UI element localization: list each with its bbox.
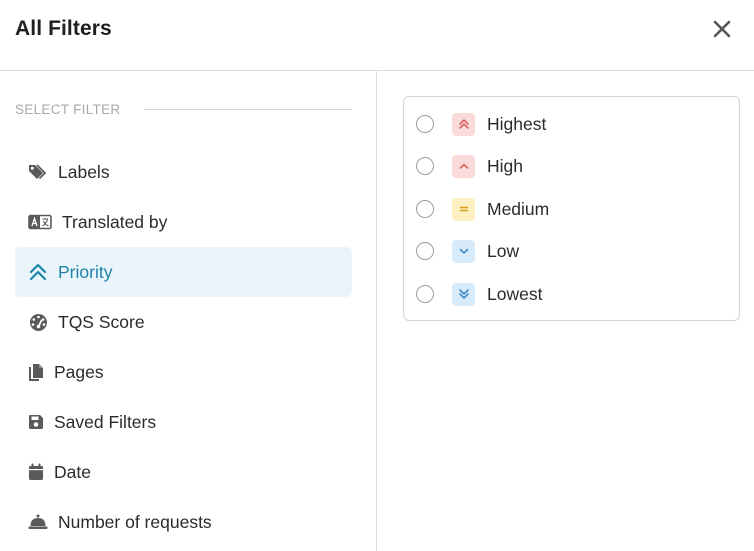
radio-button[interactable] <box>416 200 434 218</box>
chevron-down-icon <box>452 239 475 263</box>
close-icon <box>713 20 731 38</box>
equals-icon <box>452 197 475 221</box>
tags-icon <box>28 162 48 182</box>
service-bell-icon <box>28 512 48 532</box>
priority-option-highest[interactable]: Highest <box>404 103 739 145</box>
sidebar-item-pages[interactable]: Pages <box>15 347 352 397</box>
sidebar-item-label: Translated by <box>62 211 168 232</box>
sidebar-item-label: Pages <box>54 361 104 382</box>
priority-option-lowest[interactable]: Lowest <box>404 273 739 315</box>
filter-sidebar: SELECT FILTER Labels Translated by Prior… <box>0 71 377 551</box>
sidebar-item-saved-filters[interactable]: Saved Filters <box>15 397 352 447</box>
priority-option-low[interactable]: Low <box>404 230 739 272</box>
priority-options-panel: Highest High Medium Low Lowest <box>403 96 740 321</box>
dialog-header: All Filters <box>0 0 754 71</box>
sidebar-item-label: TQS Score <box>58 311 145 332</box>
radio-button[interactable] <box>416 285 434 303</box>
calendar-icon <box>28 462 44 482</box>
section-header: SELECT FILTER <box>15 100 352 118</box>
double-chevron-up-icon <box>452 112 475 136</box>
sidebar-item-tqs-score[interactable]: TQS Score <box>15 297 352 347</box>
sidebar-item-labels[interactable]: Labels <box>15 147 352 197</box>
dialog-title: All Filters <box>15 17 112 40</box>
priority-option-medium[interactable]: Medium <box>404 188 739 230</box>
sidebar-item-label: Priority <box>58 261 113 282</box>
floppy-disk-icon <box>28 412 44 432</box>
radio-button[interactable] <box>416 157 434 175</box>
chevron-up-icon <box>452 154 475 178</box>
double-chevron-down-icon <box>452 282 475 306</box>
sidebar-item-label: Date <box>54 461 91 482</box>
gauge-icon <box>28 312 48 332</box>
option-label: Medium <box>487 198 550 219</box>
sidebar-item-number-of-requests[interactable]: Number of requests <box>15 497 352 547</box>
priority-option-high[interactable]: High <box>404 145 739 187</box>
sidebar-item-label: Saved Filters <box>54 411 157 432</box>
option-label: Highest <box>487 113 547 134</box>
section-divider <box>144 109 352 110</box>
sidebar-item-date[interactable]: Date <box>15 447 352 497</box>
sidebar-item-label: Labels <box>58 161 110 182</box>
option-label: Lowest <box>487 283 543 304</box>
option-label: Low <box>487 240 520 261</box>
sidebar-item-priority[interactable]: Priority <box>15 247 352 297</box>
double-chevron-up-icon <box>28 262 48 282</box>
pages-icon <box>28 362 44 382</box>
translate-icon <box>28 212 52 232</box>
sidebar-item-translated-by[interactable]: Translated by <box>15 197 352 247</box>
radio-button[interactable] <box>416 242 434 260</box>
close-button[interactable] <box>708 16 736 42</box>
sidebar-item-label: Number of requests <box>58 511 212 532</box>
radio-button[interactable] <box>416 115 434 133</box>
section-label: SELECT FILTER <box>15 101 121 117</box>
option-label: High <box>487 155 523 176</box>
